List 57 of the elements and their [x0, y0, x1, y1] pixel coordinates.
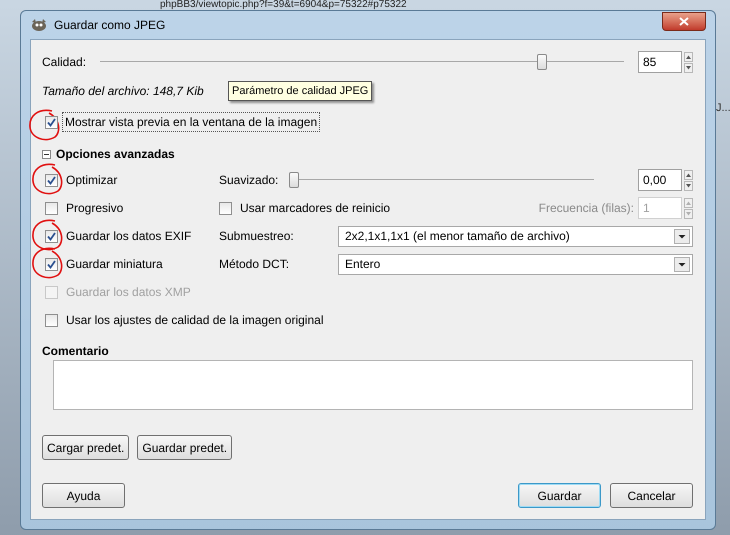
collapse-toggle[interactable]: [42, 150, 51, 158]
preset-button[interactable]: Guardar predet.: [137, 435, 232, 460]
dropdown[interactable]: Entero: [338, 254, 693, 274]
help-button[interactable]: Ayuda: [42, 483, 125, 508]
spin-up-icon[interactable]: [684, 170, 693, 180]
checkbox[interactable]: [219, 202, 232, 214]
dialog-button[interactable]: Cancelar: [610, 483, 693, 508]
option-row[interactable]: Progresivo: [45, 194, 124, 222]
check-icon: [47, 118, 56, 126]
quality-label: Calidad:: [42, 54, 86, 71]
background-window-text: J...: [716, 101, 730, 116]
dropdown[interactable]: 2x2,1x1,1x1 (el menor tamaño de archivo): [338, 226, 693, 246]
file-size-text: Tamaño del archivo: 148,7 Kib: [42, 83, 205, 100]
subsampling-label: Submuestreo:: [219, 228, 295, 245]
browser-address-text: phpBB3/viewtopic.php?f=39&t=6904&p=75322#p75322: [160, 0, 407, 10]
quality-slider[interactable]: [100, 52, 624, 72]
checkbox[interactable]: [45, 202, 58, 214]
checkbox[interactable]: [45, 314, 58, 326]
option-label: Guardar los datos XMP: [66, 284, 191, 301]
check-icon: [47, 260, 56, 268]
option-row[interactable]: Optimizar: [45, 166, 118, 194]
option-label: Optimizar: [66, 172, 118, 189]
checkbox[interactable]: [45, 258, 58, 270]
option-label: Guardar los datos EXIF: [66, 228, 192, 245]
option-label: Progresivo: [66, 200, 124, 217]
comment-label: Comentario: [42, 343, 110, 360]
close-icon: [679, 16, 689, 26]
check-icon: [47, 176, 56, 184]
spin-down-icon[interactable]: [684, 180, 693, 190]
frequency-label: Frecuencia (filas):: [538, 200, 634, 217]
preset-button[interactable]: Cargar predet.: [42, 435, 130, 460]
app-logo-icon: [30, 18, 48, 32]
dialog-button[interactable]: Guardar: [518, 483, 601, 508]
dct-method-label: Método DCT:: [219, 256, 290, 273]
option-row[interactable]: Usar los ajustes de calidad de la imagen original: [42, 306, 693, 334]
option-row[interactable]: Guardar miniatura: [45, 250, 163, 278]
close-button[interactable]: [662, 12, 706, 30]
smoothing-spinbox[interactable]: 0,00: [638, 169, 682, 191]
comment-field[interactable]: [53, 360, 693, 410]
smoothing-label: Suavizado:: [219, 172, 280, 189]
quality-spinbox[interactable]: 85: [638, 51, 682, 73]
option-row[interactable]: Guardar los datos EXIF: [45, 222, 192, 250]
section-title: Opciones avanzadas: [56, 146, 175, 163]
slider-thumb[interactable]: [289, 172, 299, 188]
spin-up-icon[interactable]: [684, 52, 693, 62]
checkbox[interactable]: [45, 230, 58, 242]
window-title: Guardar como JPEG: [54, 17, 166, 34]
checkbox[interactable]: [45, 116, 58, 128]
slider-thumb[interactable]: [536, 54, 547, 70]
spin-down-icon[interactable]: [684, 62, 693, 72]
checkbox[interactable]: [45, 174, 58, 186]
smoothing-slider[interactable]: [289, 170, 594, 190]
restart-markers-label: Usar marcadores de reinicio: [240, 200, 392, 217]
option-label: Usar los ajustes de calidad de la imagen original: [66, 312, 324, 329]
tooltip: Parámetro de calidad JPEG: [228, 80, 372, 102]
option-label: Guardar miniatura: [66, 256, 163, 273]
check-icon: [47, 232, 56, 240]
